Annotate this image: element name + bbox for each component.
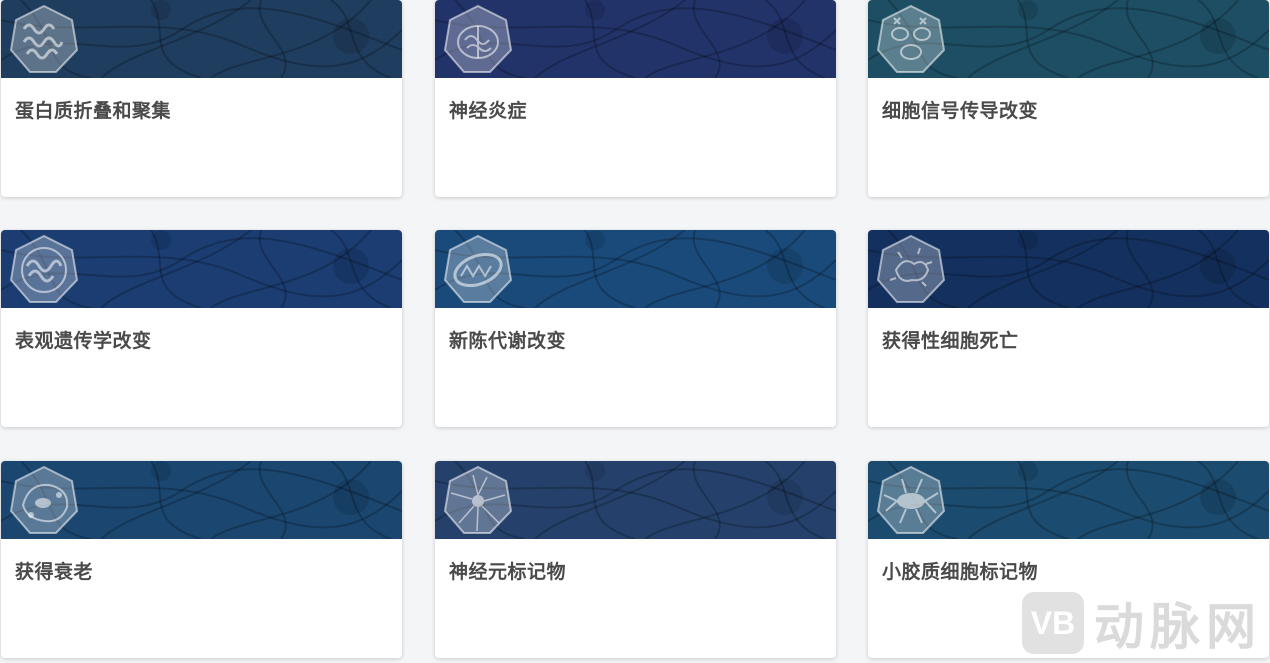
senescent-cell-icon (9, 465, 79, 535)
chromatin-icon (9, 234, 79, 304)
card-title: 蛋白质折叠和聚集 (15, 101, 172, 122)
card-banner (435, 461, 836, 539)
card-title: 获得性细胞死亡 (882, 331, 1019, 352)
card-banner (1, 0, 402, 78)
card-title: 小胶质细胞标记物 (882, 562, 1039, 583)
card-title: 表观遗传学改变 (15, 331, 152, 352)
card-title: 细胞信号传导改变 (882, 101, 1039, 122)
card-banner (868, 0, 1269, 78)
card-1[interactable]: 蛋白质折叠和聚集 (1, 0, 402, 197)
card-banner (435, 0, 836, 78)
card-8[interactable]: 神经元标记物 (435, 461, 836, 658)
cell-signaling-icon (876, 4, 946, 74)
card-2[interactable]: 神经炎症 (435, 0, 836, 197)
brain-inflammation-icon (443, 4, 513, 74)
card-banner (1, 230, 402, 308)
mitochondria-icon (443, 234, 513, 304)
protein-aggregate-icon (9, 4, 79, 74)
card-title: 神经元标记物 (449, 562, 567, 583)
dying-cell-icon (876, 234, 946, 304)
card-4[interactable]: 表观遗传学改变 (1, 230, 402, 427)
card-3[interactable]: 细胞信号传导改变 (868, 0, 1269, 197)
watermark-logo: VB (1022, 592, 1084, 654)
watermark: VB 动脉网 (1022, 587, 1262, 659)
card-title: 获得衰老 (15, 562, 94, 583)
watermark-text: 动脉网 (1094, 599, 1262, 655)
neuron-icon (443, 465, 513, 535)
card-banner (1, 461, 402, 539)
card-banner (868, 461, 1269, 539)
card-7[interactable]: 获得衰老 (1, 461, 402, 658)
card-banner (435, 230, 836, 308)
card-6[interactable]: 获得性细胞死亡 (868, 230, 1269, 427)
card-banner (868, 230, 1269, 308)
card-5[interactable]: 新陈代谢改变 (435, 230, 836, 427)
card-title: 神经炎症 (449, 101, 528, 122)
card-title: 新陈代谢改变 (449, 331, 567, 352)
microglia-icon (876, 465, 946, 535)
